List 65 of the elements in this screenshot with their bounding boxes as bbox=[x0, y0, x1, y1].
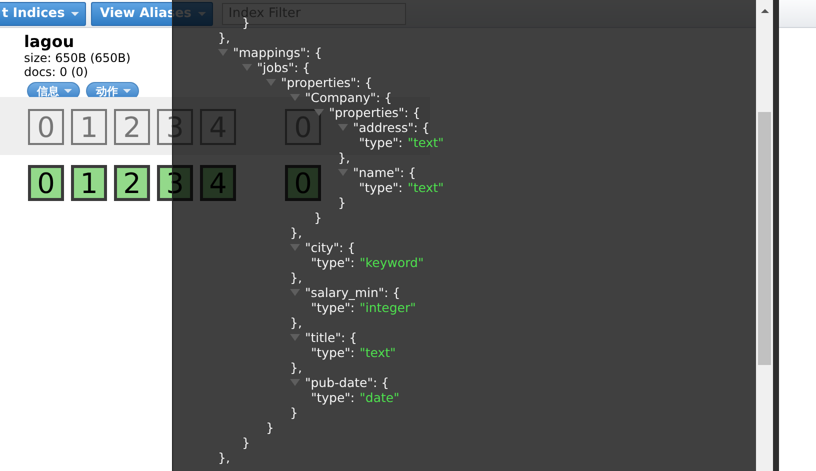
json-brace: }, bbox=[290, 360, 302, 375]
caret-icon bbox=[70, 12, 79, 16]
expand-triangle-icon[interactable] bbox=[314, 109, 324, 116]
json-key: "type": bbox=[311, 255, 355, 270]
json-key: "city": { bbox=[305, 240, 356, 255]
expand-triangle-icon[interactable] bbox=[338, 169, 348, 176]
json-brace: } bbox=[266, 420, 274, 435]
json-key: "address": { bbox=[353, 120, 430, 135]
json-value: "text" bbox=[360, 345, 396, 360]
json-key: "type": bbox=[311, 300, 355, 315]
json-brace: } bbox=[242, 15, 250, 30]
shard-box[interactable]: 0 bbox=[28, 165, 64, 201]
menu-button[interactable]: 动作 bbox=[86, 82, 139, 97]
scroll-up-icon[interactable] bbox=[761, 9, 769, 13]
json-brace: }, bbox=[290, 315, 302, 330]
json-key: "properties": { bbox=[329, 105, 420, 120]
json-key: "jobs": { bbox=[257, 60, 310, 75]
json-key: "type": bbox=[311, 390, 355, 405]
json-key: "pub-date": { bbox=[305, 375, 390, 390]
json-value: "text" bbox=[408, 180, 444, 195]
shard-box[interactable]: 1 bbox=[71, 165, 107, 201]
expand-triangle-icon[interactable] bbox=[290, 244, 300, 251]
json-brace: } bbox=[290, 405, 298, 420]
expand-triangle-icon[interactable] bbox=[218, 49, 228, 56]
json-brace: } bbox=[242, 435, 250, 450]
json-value: "text" bbox=[408, 135, 444, 150]
scrollbar[interactable] bbox=[756, 0, 773, 471]
json-key: "salary_min": { bbox=[305, 285, 400, 300]
json-brace: }, bbox=[218, 450, 230, 465]
json-brace: }, bbox=[218, 30, 230, 45]
json-brace: } bbox=[314, 210, 322, 225]
json-brace: }, bbox=[338, 150, 350, 165]
index-name: lagou bbox=[24, 32, 74, 51]
shard-box[interactable]: 0 bbox=[28, 109, 64, 145]
caret-icon bbox=[64, 89, 72, 93]
json-key: "Company": { bbox=[305, 90, 392, 105]
json-key: "properties": { bbox=[281, 75, 372, 90]
menu-button[interactable]: 信息 bbox=[27, 82, 80, 97]
json-brace: }, bbox=[290, 225, 302, 240]
json-key: "type": bbox=[359, 135, 403, 150]
expand-triangle-icon[interactable] bbox=[242, 64, 252, 71]
expand-triangle-icon[interactable] bbox=[290, 94, 300, 101]
shard-box[interactable]: 2 bbox=[114, 109, 150, 145]
json-brace: } bbox=[338, 195, 346, 210]
scrollbar-thumb[interactable] bbox=[758, 112, 771, 365]
index-size: size: 650B (650B) bbox=[24, 51, 131, 65]
json-key: "mappings": { bbox=[233, 45, 322, 60]
expand-triangle-icon[interactable] bbox=[266, 79, 276, 86]
json-brace: }, bbox=[290, 270, 302, 285]
json-key: "type": bbox=[311, 345, 355, 360]
shard-box[interactable]: 2 bbox=[114, 165, 150, 201]
expand-triangle-icon[interactable] bbox=[290, 379, 300, 386]
expand-triangle-icon[interactable] bbox=[290, 289, 300, 296]
expand-triangle-icon[interactable] bbox=[290, 334, 300, 341]
json-value: "keyword" bbox=[360, 255, 424, 270]
json-value: "integer" bbox=[360, 300, 416, 315]
expand-triangle-icon[interactable] bbox=[338, 124, 348, 131]
dropdown-button[interactable]: t Indices bbox=[0, 2, 86, 26]
json-value: "date" bbox=[360, 390, 400, 405]
shard-box[interactable]: 1 bbox=[71, 109, 107, 145]
json-key: "title": { bbox=[305, 330, 358, 345]
index-docs: docs: 0 (0) bbox=[24, 65, 88, 79]
caret-icon bbox=[123, 89, 131, 93]
json-key: "type": bbox=[359, 180, 403, 195]
json-key: "name": { bbox=[353, 165, 416, 180]
